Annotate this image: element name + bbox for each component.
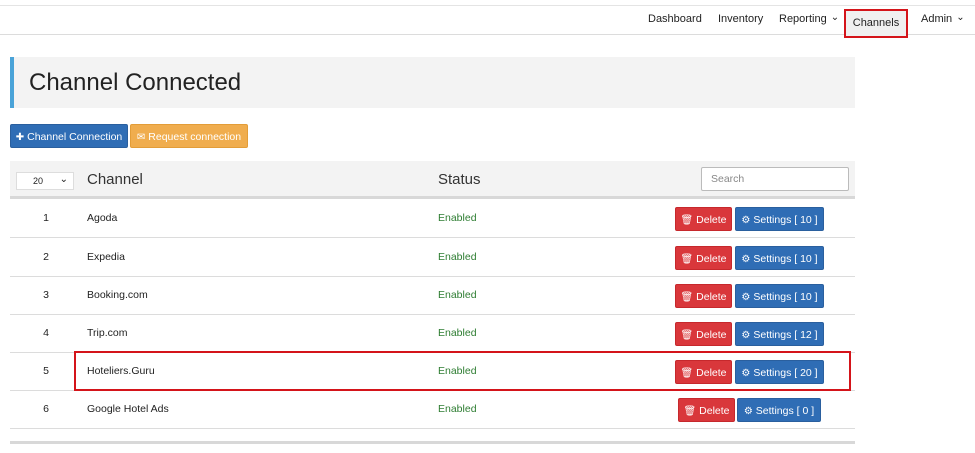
column-header-channel: Channel: [87, 171, 143, 188]
chevron-down-icon: ⌄: [956, 12, 965, 23]
table-row: 4 Trip.com Enabled 🗑 Delete ⚙ Settings [ 1…: [10, 315, 855, 353]
trash-icon: 🗑: [680, 215, 694, 226]
settings-button[interactable]: ⚙ Settings [ 10 ]: [735, 207, 824, 231]
delete-button[interactable]: 🗑 Delete: [675, 246, 732, 270]
trash-icon: 🗑: [680, 368, 694, 379]
gear-icon: ⚙: [741, 215, 751, 226]
table-row: 1 Agoda Enabled 🗑 Delete ⚙ Settings [ 10 ]: [10, 200, 855, 238]
table-row: 5 Hoteliers.Guru Enabled 🗑 Delete ⚙ Settin…: [10, 353, 855, 391]
channel-name: Expedia: [87, 251, 125, 263]
gear-icon: ⚙: [741, 292, 751, 303]
page-title: Channel Connected: [29, 69, 242, 96]
gear-icon: ⚙: [741, 368, 751, 379]
nav-channels-label: Channels: [852, 17, 900, 29]
settings-button[interactable]: ⚙ Settings [ 20 ]: [735, 360, 824, 384]
row-number: 3: [43, 289, 49, 301]
channel-connection-button[interactable]: ✚ Channel Connection: [10, 124, 128, 148]
status-text: Enabled: [438, 327, 477, 339]
settings-label: Settings [ 10 ]: [753, 253, 818, 265]
envelope-icon: ✉: [136, 132, 146, 143]
settings-button[interactable]: ⚙ Settings [ 10 ]: [735, 246, 824, 270]
delete-label: Delete: [696, 291, 727, 303]
settings-label: Settings [ 10 ]: [753, 291, 818, 303]
channel-name: Google Hotel Ads: [87, 403, 169, 415]
row-number: 5: [43, 365, 49, 377]
nav-admin[interactable]: Admin ⌄: [921, 12, 965, 25]
trash-icon: 🗑: [680, 292, 694, 303]
settings-label: Settings [ 20 ]: [753, 367, 818, 379]
delete-label: Delete: [696, 253, 727, 265]
nav-dashboard[interactable]: Dashboard: [648, 13, 702, 25]
channel-name: Hoteliers.Guru: [87, 365, 155, 377]
page-size-select[interactable]: 20 ⌄: [16, 172, 74, 190]
plus-icon: ✚: [15, 132, 25, 143]
delete-button[interactable]: 🗑 Delete: [678, 398, 735, 422]
chevron-down-icon: ⌄: [59, 174, 68, 185]
channel-connection-label: Channel Connection: [27, 131, 123, 143]
delete-button[interactable]: 🗑 Delete: [675, 284, 732, 308]
gear-icon: ⚙: [741, 330, 751, 341]
trash-icon: 🗑: [680, 330, 694, 341]
chevron-down-icon: ⌄: [830, 12, 840, 23]
status-text: Enabled: [438, 212, 477, 224]
nav-reporting[interactable]: Reporting ⌄: [779, 12, 840, 25]
row-number: 6: [43, 403, 49, 415]
table-row: 2 Expedia Enabled 🗑 Delete ⚙ Settings [ 10…: [10, 239, 855, 277]
table-row: 6 Google Hotel Ads Enabled 🗑 Delete ⚙ Sett…: [10, 391, 855, 429]
delete-label: Delete: [699, 405, 730, 417]
row-number: 4: [43, 327, 49, 339]
row-number: 1: [43, 212, 49, 224]
delete-button[interactable]: 🗑 Delete: [675, 207, 732, 231]
status-text: Enabled: [438, 289, 477, 301]
settings-button[interactable]: ⚙ Settings [ 10 ]: [735, 284, 824, 308]
table-header-divider: [10, 196, 855, 199]
search-input[interactable]: [701, 167, 849, 191]
trash-icon: 🗑: [683, 406, 697, 417]
table-row: 3 Booking.com Enabled 🗑 Delete ⚙ Settings …: [10, 277, 855, 315]
request-connection-button[interactable]: ✉ Request connection: [130, 124, 248, 148]
settings-button[interactable]: ⚙ Settings [ 0 ]: [737, 398, 821, 422]
settings-label: Settings [ 0 ]: [755, 405, 815, 417]
status-text: Enabled: [438, 365, 477, 377]
settings-label: Settings [ 12 ]: [753, 329, 818, 341]
top-navbar: Dashboard Inventory Reporting ⌄ Admin ⌄: [0, 6, 975, 35]
table-bottom-divider: [10, 441, 855, 444]
channel-name: Booking.com: [87, 289, 148, 301]
settings-button[interactable]: ⚙ Settings [ 12 ]: [735, 322, 824, 346]
row-number: 2: [43, 251, 49, 263]
delete-label: Delete: [696, 367, 727, 379]
gear-icon: ⚙: [743, 406, 753, 417]
delete-label: Delete: [696, 329, 727, 341]
trash-icon: 🗑: [680, 254, 694, 265]
channel-name: Trip.com: [87, 327, 128, 339]
gear-icon: ⚙: [741, 254, 751, 265]
channel-name: Agoda: [87, 212, 118, 224]
delete-button[interactable]: 🗑 Delete: [675, 360, 732, 384]
request-connection-label: Request connection: [148, 131, 242, 143]
status-text: Enabled: [438, 251, 477, 263]
column-header-status: Status: [438, 171, 481, 188]
status-text: Enabled: [438, 403, 477, 415]
delete-label: Delete: [696, 214, 727, 226]
delete-button[interactable]: 🗑 Delete: [675, 322, 732, 346]
page-size-value: 20: [33, 176, 44, 186]
nav-inventory[interactable]: Inventory: [718, 13, 763, 25]
nav-admin-label: Admin: [921, 13, 953, 25]
settings-label: Settings [ 10 ]: [753, 214, 818, 226]
nav-reporting-label: Reporting: [779, 13, 827, 25]
nav-channels[interactable]: Channels: [844, 9, 908, 38]
page-header: Channel Connected: [10, 57, 855, 108]
